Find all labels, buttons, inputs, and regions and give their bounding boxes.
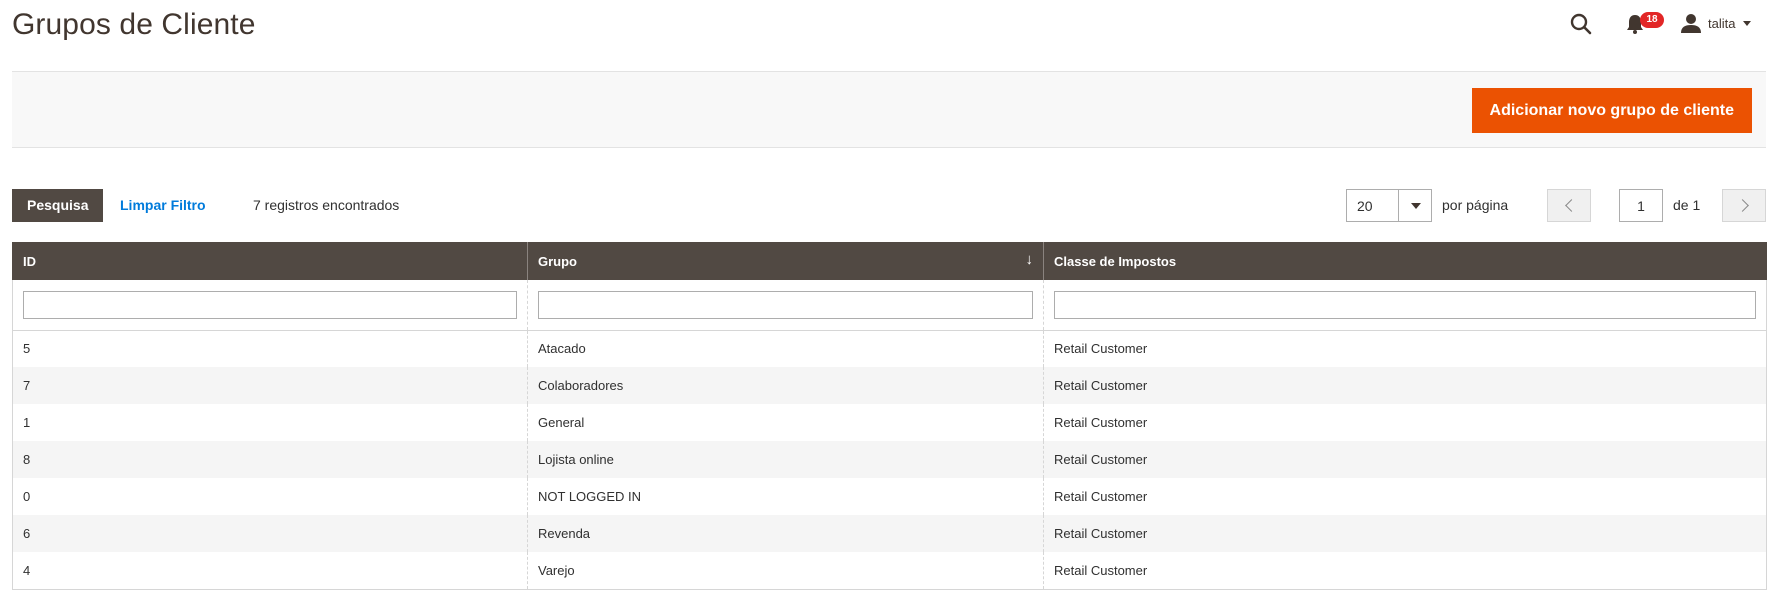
grid-header-row: ID Grupo ↓ Classe de Impostos xyxy=(12,242,1767,280)
table-row[interactable]: 4 Varejo Retail Customer xyxy=(12,552,1767,590)
cell-id: 1 xyxy=(12,404,528,441)
page-limit-toggle[interactable] xyxy=(1398,190,1431,221)
filter-cell-id xyxy=(12,280,528,331)
column-header-id[interactable]: ID xyxy=(12,242,528,280)
cell-tax-class: Retail Customer xyxy=(1043,404,1767,441)
page-limit-select[interactable]: 20 xyxy=(1346,189,1432,222)
page-title: Grupos de Cliente xyxy=(12,8,256,41)
cell-group: Revenda xyxy=(527,515,1044,552)
filter-id-input[interactable] xyxy=(23,290,517,319)
cell-group: Lojista online xyxy=(527,441,1044,478)
sort-arrow-down-icon: ↓ xyxy=(1025,251,1034,268)
per-page-label: por página xyxy=(1442,197,1509,213)
records-found: 7 registros encontrados xyxy=(253,197,400,213)
next-page-button[interactable] xyxy=(1722,189,1766,222)
user-icon xyxy=(1680,12,1702,34)
chevron-left-icon xyxy=(1565,199,1578,212)
cell-id: 4 xyxy=(12,552,528,590)
cell-group: Colaboradores xyxy=(527,367,1044,404)
cell-group: General xyxy=(527,404,1044,441)
cell-group: Varejo xyxy=(527,552,1044,590)
table-row[interactable]: 1 General Retail Customer xyxy=(12,404,1767,441)
filter-row xyxy=(12,280,1767,331)
column-header-group-label: Grupo xyxy=(538,253,577,269)
table-row[interactable]: 5 Atacado Retail Customer xyxy=(12,330,1767,367)
cell-id: 8 xyxy=(12,441,528,478)
user-menu[interactable]: talita xyxy=(1680,12,1752,34)
cell-id: 7 xyxy=(12,367,528,404)
cell-group: NOT LOGGED IN xyxy=(527,478,1044,515)
grid-toolbar: Pesquisa Limpar Filtro 7 registros encon… xyxy=(12,189,1766,223)
filter-tax-class-input[interactable] xyxy=(1054,290,1756,319)
cell-tax-class: Retail Customer xyxy=(1043,330,1767,367)
user-name: talita xyxy=(1708,15,1736,31)
chevron-down-icon xyxy=(1743,20,1752,26)
page-header: Grupos de Cliente 18 talita xyxy=(0,0,1777,66)
cell-tax-class: Retail Customer xyxy=(1043,552,1767,590)
filter-group-input[interactable] xyxy=(538,290,1033,319)
notification-badge: 18 xyxy=(1640,12,1664,28)
column-header-group[interactable]: Grupo ↓ xyxy=(527,242,1044,280)
cell-tax-class: Retail Customer xyxy=(1043,441,1767,478)
cell-tax-class: Retail Customer xyxy=(1043,367,1767,404)
cell-id: 6 xyxy=(12,515,528,552)
filter-cell-group xyxy=(527,280,1044,331)
reset-filter-link[interactable]: Limpar Filtro xyxy=(120,197,206,213)
cell-id: 5 xyxy=(12,330,528,367)
page-limit-value: 20 xyxy=(1357,198,1373,214)
table-row[interactable]: 6 Revenda Retail Customer xyxy=(12,515,1767,552)
customer-groups-grid: ID Grupo ↓ Classe de Impostos 5 Atacado Re… xyxy=(12,242,1767,590)
previous-page-button[interactable] xyxy=(1547,189,1591,222)
chevron-down-icon xyxy=(1411,203,1421,209)
chevron-right-icon xyxy=(1736,199,1749,212)
cell-tax-class: Retail Customer xyxy=(1043,515,1767,552)
cell-tax-class: Retail Customer xyxy=(1043,478,1767,515)
page-actions-bar: Adicionar novo grupo de cliente xyxy=(12,71,1766,148)
search-icon[interactable] xyxy=(1569,12,1593,36)
table-row[interactable]: 8 Lojista online Retail Customer xyxy=(12,441,1767,478)
table-row[interactable]: 0 NOT LOGGED IN Retail Customer xyxy=(12,478,1767,515)
notifications-button[interactable]: 18 xyxy=(1624,12,1664,36)
current-page-input[interactable] xyxy=(1619,189,1663,222)
search-button[interactable]: Pesquisa xyxy=(12,189,104,222)
cell-group: Atacado xyxy=(527,330,1044,367)
total-pages-label: de 1 xyxy=(1673,197,1701,213)
filter-cell-tax-class xyxy=(1043,280,1767,331)
add-customer-group-button[interactable]: Adicionar novo grupo de cliente xyxy=(1471,88,1752,133)
table-row[interactable]: 7 Colaboradores Retail Customer xyxy=(12,367,1767,404)
cell-id: 0 xyxy=(12,478,528,515)
column-header-tax-class[interactable]: Classe de Impostos xyxy=(1043,242,1767,280)
